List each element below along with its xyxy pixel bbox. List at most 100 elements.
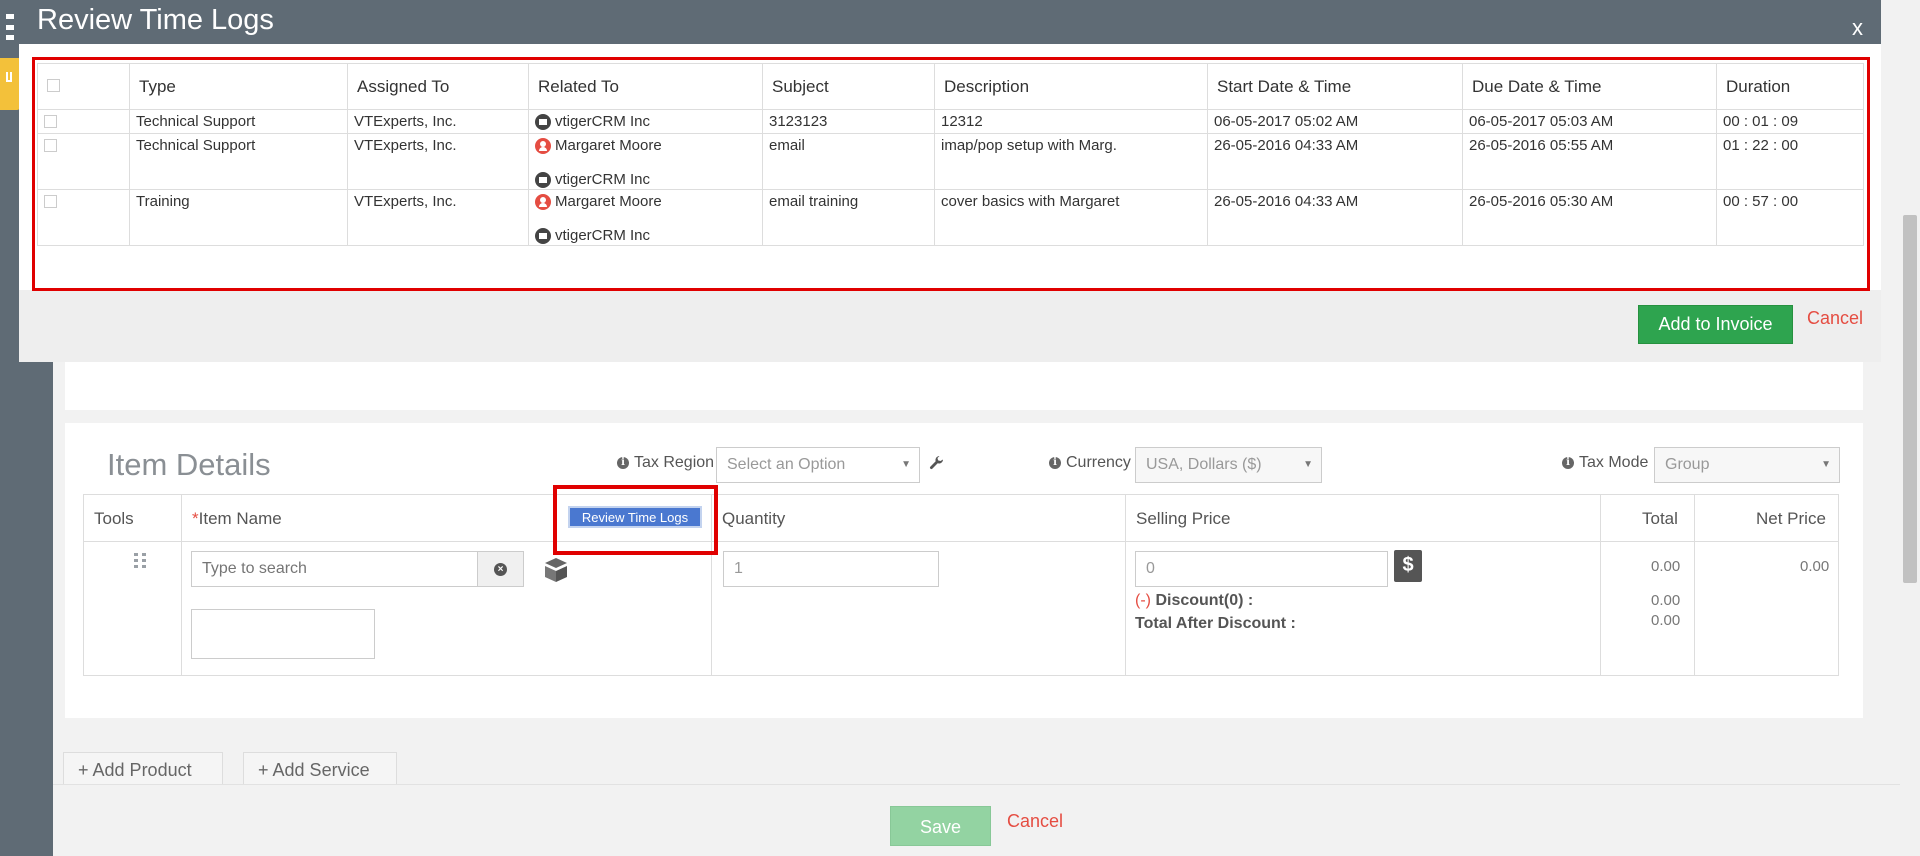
type-cell: Technical Support	[129, 133, 348, 190]
table-header-row: Type Assigned To Related To Subject Desc…	[37, 63, 1864, 110]
item-details-title: Item Details	[107, 447, 271, 482]
scrollbar-thumb[interactable]	[1903, 215, 1917, 583]
review-time-logs-button[interactable]: Review Time Logs	[568, 506, 702, 528]
close-circle-icon: ×	[494, 562, 507, 576]
due-date-cell: 26-05-2016 05:55 AM	[1462, 133, 1717, 190]
price-book-icon[interactable]: $	[1394, 550, 1422, 582]
related-record[interactable]: vtigerCRM Inc	[535, 171, 762, 189]
previous-section-panel	[65, 360, 1863, 410]
duration-cell: 00 : 57 : 00	[1716, 189, 1864, 246]
quick-access-tab[interactable]	[0, 58, 20, 110]
item-name-column-header: *Item Name	[192, 509, 282, 528]
page-scrollbar[interactable]	[1900, 0, 1920, 856]
column-header: Type	[129, 63, 348, 110]
currency-label: i Currency	[1049, 454, 1131, 472]
menu-icon[interactable]	[6, 14, 18, 40]
currency-select[interactable]: USA, Dollars ($) ▼	[1135, 447, 1322, 483]
line-total-value: 0.00	[1651, 558, 1681, 575]
type-cell: Technical Support	[129, 109, 348, 134]
table-row[interactable]: Technical Support VTExperts, Inc. vtiger…	[37, 109, 1864, 134]
subject-cell: email training	[762, 189, 935, 246]
column-header: Subject	[762, 63, 935, 110]
drag-handle-icon[interactable]	[134, 553, 146, 569]
row-checkbox[interactable]	[44, 115, 57, 128]
assigned-to-cell: VTExperts, Inc.	[347, 109, 529, 134]
modal-title: Review Time Logs	[37, 4, 274, 36]
related-to-cell: Margaret Moore vtigerCRM Inc	[528, 133, 763, 190]
subject-cell: 3123123	[762, 109, 935, 134]
column-header: Related To	[528, 63, 763, 110]
related-record[interactable]: vtigerCRM Inc	[535, 113, 762, 131]
due-date-cell: 26-05-2016 05:30 AM	[1462, 189, 1717, 246]
column-header: Due Date & Time	[1462, 63, 1717, 110]
item-search-input[interactable]	[191, 551, 478, 587]
time-logs-table: Type Assigned To Related To Subject Desc…	[37, 63, 1864, 246]
discount-value: 0.00	[1651, 592, 1681, 609]
start-date-cell: 26-05-2016 04:33 AM	[1207, 133, 1463, 190]
total-column-header: Total	[1642, 509, 1678, 528]
table-row[interactable]: Training VTExperts, Inc. Margaret Moore …	[37, 189, 1864, 246]
modal-cancel-link[interactable]: Cancel	[1807, 308, 1863, 329]
clear-item-button[interactable]: ×	[477, 551, 524, 587]
bookmark-icon	[6, 72, 12, 82]
description-cell: cover basics with Margaret	[934, 189, 1208, 246]
start-date-cell: 26-05-2016 04:33 AM	[1207, 189, 1463, 246]
net-price-value: 0.00	[1800, 558, 1830, 575]
organization-icon	[535, 114, 551, 130]
type-cell: Training	[129, 189, 348, 246]
add-product-button[interactable]: + Add Product	[63, 752, 223, 788]
row-tools-cell	[84, 541, 181, 601]
related-record[interactable]: Margaret Moore	[535, 193, 762, 211]
table-row[interactable]: Technical Support VTExperts, Inc. Margar…	[37, 133, 1864, 190]
subject-cell: email	[762, 133, 935, 190]
chevron-down-icon: ▼	[1303, 459, 1313, 470]
related-record[interactable]: Margaret Moore	[535, 137, 762, 155]
close-icon[interactable]: x	[1852, 15, 1863, 41]
add-to-invoice-button[interactable]: Add to Invoice	[1638, 305, 1793, 344]
item-description-textarea[interactable]	[191, 609, 375, 659]
line-items-table: Tools *Item Name Quantity Selling Price …	[83, 494, 1839, 676]
start-date-cell: 06-05-2017 05:02 AM	[1207, 109, 1463, 134]
selling-price-column-header: Selling Price	[1136, 509, 1231, 528]
assigned-to-cell: VTExperts, Inc.	[347, 133, 529, 190]
save-button[interactable]: Save	[890, 806, 991, 846]
info-icon: i	[617, 457, 629, 469]
tools-column-header: Tools	[94, 509, 134, 528]
required-marker: *	[192, 509, 199, 528]
tax-mode-select[interactable]: Group ▼	[1654, 447, 1840, 483]
discount-link[interactable]: (-)	[1135, 592, 1151, 609]
column-header: Description	[934, 63, 1208, 110]
duration-cell: 01 : 22 : 00	[1716, 133, 1864, 190]
tax-region-label: i Tax Region	[617, 454, 714, 472]
product-cube-icon[interactable]	[541, 555, 571, 585]
info-icon: i	[1049, 457, 1061, 469]
plus-icon: +	[258, 760, 269, 780]
select-all-checkbox[interactable]	[47, 78, 60, 92]
plus-icon: +	[78, 760, 89, 780]
chevron-down-icon: ▼	[1821, 459, 1831, 470]
add-service-button[interactable]: + Add Service	[243, 752, 397, 788]
related-to-cell: vtigerCRM Inc	[528, 109, 763, 134]
selling-price-input[interactable]	[1135, 551, 1388, 587]
row-checkbox[interactable]	[44, 139, 57, 152]
description-cell: imap/pop setup with Marg.	[934, 133, 1208, 190]
related-to-cell: Margaret Moore vtigerCRM Inc	[528, 189, 763, 246]
select-all-header	[37, 63, 130, 110]
review-time-logs-modal: Review Time Logs x Type Assigned To Rela…	[19, 0, 1881, 362]
row-checkbox[interactable]	[44, 195, 57, 208]
organization-icon	[535, 228, 551, 244]
after-discount-value: 0.00	[1651, 612, 1681, 629]
due-date-cell: 06-05-2017 05:03 AM	[1462, 109, 1717, 134]
wrench-icon[interactable]	[929, 455, 945, 477]
net-price-column-header: Net Price	[1756, 509, 1826, 528]
tax-region-select[interactable]: Select an Option ▼	[716, 447, 920, 483]
contact-icon	[535, 194, 551, 210]
quantity-column-header: Quantity	[722, 509, 786, 528]
quantity-input[interactable]	[723, 551, 939, 587]
footer-cancel-link[interactable]: Cancel	[1007, 811, 1063, 832]
assigned-to-cell: VTExperts, Inc.	[347, 189, 529, 246]
column-header: Start Date & Time	[1207, 63, 1463, 110]
related-record[interactable]: vtigerCRM Inc	[535, 227, 762, 245]
modal-header: Review Time Logs x	[19, 0, 1881, 44]
description-cell: 12312	[934, 109, 1208, 134]
